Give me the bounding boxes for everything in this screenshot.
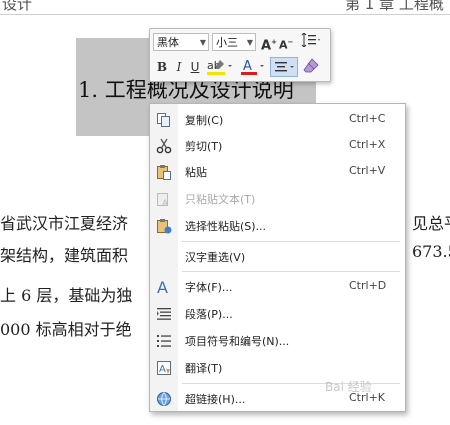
align-button[interactable] — [270, 57, 298, 77]
menu-item-label: 汉字重选(V) — [185, 251, 246, 264]
paste-icon — [157, 165, 171, 180]
line-spacing-button[interactable] — [297, 32, 323, 51]
body-text-line[interactable]: 上 6 层，基础为独 — [0, 282, 132, 306]
eraser-icon — [303, 58, 319, 73]
menu-item-label: 超链接(H)... — [185, 393, 246, 406]
menu-item-label: 项目符号和编号(N)... — [185, 335, 290, 348]
chevron-down-icon: ▼ — [246, 38, 253, 47]
menu-item-paragraph[interactable]: 段落(P)... — [150, 302, 405, 326]
watermark-logo: Bai 经验 — [325, 380, 372, 394]
svg-text:A: A — [243, 59, 252, 74]
align-center-icon — [275, 62, 294, 72]
menu-item-copy[interactable]: 复制(C) Ctrl+C — [150, 108, 405, 132]
body-text-line[interactable]: 架结构，建筑面积 — [0, 242, 128, 266]
translate-icon: A — [157, 361, 171, 375]
font-size-select[interactable]: 小三 ▼ — [212, 33, 256, 51]
bold-button[interactable]: B — [154, 58, 170, 76]
scissors-icon — [156, 138, 172, 154]
menu-separator — [182, 271, 400, 272]
menu-item-shortcut: Ctrl+C — [349, 112, 386, 125]
menu-item-font[interactable]: A 字体(F)... Ctrl+D — [150, 275, 405, 299]
underline-button[interactable]: U — [188, 58, 202, 76]
menu-item-cut[interactable]: 剪切(T) Ctrl+X — [150, 134, 405, 158]
menu-item-paste[interactable]: 粘贴 Ctrl+V — [150, 160, 405, 184]
menu-item-label: 字体(F)... — [185, 281, 233, 294]
menu-item-paste-special[interactable]: 选择性粘贴(S)... — [150, 214, 405, 238]
menu-item-label: 只粘贴文本(T) — [185, 193, 256, 206]
header-left-text: 设计 — [2, 0, 33, 13]
menu-item-shortcut: Ctrl+X — [349, 138, 386, 151]
svg-text:A: A — [157, 279, 168, 295]
font-color-button[interactable]: A — [240, 58, 266, 76]
font-color-icon: A — [241, 59, 264, 75]
menu-item-label: 段落(P)... — [185, 308, 233, 321]
menu-item-label: 翻译(T) — [185, 362, 223, 375]
font-name-select[interactable]: 黑体 ▼ — [153, 33, 209, 51]
hyperlink-icon — [157, 392, 171, 406]
menu-separator — [182, 241, 400, 242]
page-header: 设计 第 1 章 工程概 — [0, 0, 450, 15]
menu-item-shortcut: Ctrl+D — [349, 279, 387, 292]
paragraph-icon — [157, 308, 171, 320]
shrink-font-button[interactable]: A− — [279, 33, 293, 52]
body-text-line-right[interactable]: 见总平 — [412, 210, 450, 234]
italic-button[interactable]: I — [172, 58, 186, 76]
menu-item-label: 选择性粘贴(S)... — [185, 220, 267, 233]
header-right-text: 第 1 章 工程概 — [345, 0, 444, 13]
menu-item-bullets-numbering[interactable]: 项目符号和编号(N)... — [150, 329, 405, 353]
paste-special-icon — [157, 219, 172, 234]
menu-item-label: 剪切(T) — [185, 140, 223, 153]
menu-item-reselect-chars[interactable]: 汉字重选(V) — [150, 245, 405, 269]
chevron-down-icon: ▼ — [199, 38, 206, 47]
format-painter-button[interactable] — [302, 58, 320, 76]
font-name-value: 黑体 — [157, 36, 179, 49]
svg-text:A: A — [159, 364, 166, 375]
body-text-line-right[interactable]: 673.5 — [412, 242, 450, 261]
menu-item-shortcut: Ctrl+V — [349, 164, 386, 177]
highlight-button[interactable]: ab — [206, 58, 234, 76]
menu-item-translate[interactable]: A 翻译(T) — [150, 356, 405, 380]
body-text-line[interactable]: 000 标高相对于绝 — [0, 316, 132, 340]
font-icon: A — [157, 279, 168, 295]
menu-item-paste-text-only[interactable]: A 只粘贴文本(T) — [150, 187, 405, 211]
svg-text:A: A — [162, 199, 169, 207]
menu-item-label: 粘贴 — [185, 166, 207, 179]
copy-icon — [157, 113, 170, 127]
highlighter-icon: ab — [207, 59, 232, 75]
context-menu: 复制(C) Ctrl+C 剪切(T) Ctrl+X 粘贴 Ctrl+V A 只粘… — [149, 103, 406, 412]
font-size-value: 小三 — [216, 36, 238, 49]
line-spacing-icon — [301, 32, 320, 48]
bullets-icon — [157, 335, 171, 347]
menu-item-label: 复制(C) — [185, 114, 224, 127]
paste-text-icon: A — [157, 193, 169, 207]
body-text-line[interactable]: 省武汉市江夏经济 — [0, 210, 128, 234]
grow-font-button[interactable]: A+ — [261, 33, 277, 53]
mini-format-toolbar: 黑体 ▼ 小三 ▼ A+ A− B I U ab A — [149, 28, 331, 82]
